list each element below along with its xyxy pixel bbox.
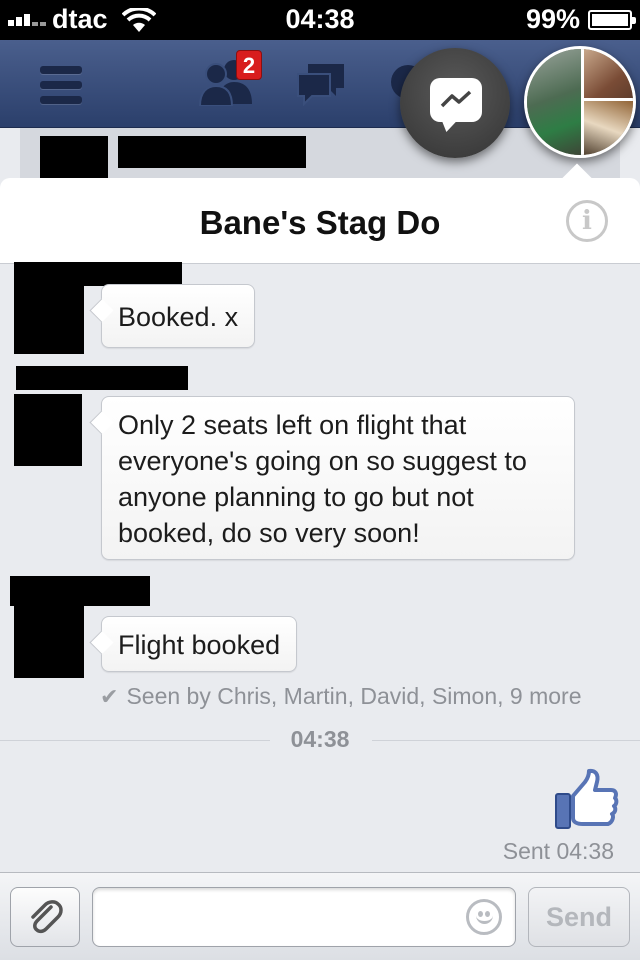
redacted-sender-name: [10, 576, 150, 606]
send-button[interactable]: Send: [528, 887, 630, 947]
friend-requests-badge: 2: [236, 50, 262, 80]
seen-receipt: ✔ Seen by Chris, Martin, David, Simon, 9…: [100, 683, 582, 710]
checkmark-icon: ✔: [100, 683, 119, 709]
conversation-title: Bane's Stag Do: [199, 204, 441, 241]
message-bubble[interactable]: Only 2 seats left on flight that everyon…: [101, 396, 575, 560]
message-text: Only 2 seats left on flight that everyon…: [118, 410, 527, 548]
redacted-sender-name: [14, 262, 182, 286]
redacted-block: [40, 136, 108, 180]
redacted-avatar: [14, 606, 84, 678]
battery-percentage: 99%: [525, 4, 580, 34]
redacted-avatar: [14, 394, 82, 466]
message-text: Booked. x: [118, 302, 239, 332]
message-input[interactable]: [92, 887, 516, 947]
paperclip-icon: [31, 900, 63, 934]
group-photo: [583, 100, 633, 155]
screen: dtac 04:38 99% 2 Bane's Stag Do i Booked…: [0, 0, 640, 960]
attach-button[interactable]: [10, 887, 80, 947]
redacted-sender-name: [16, 366, 188, 390]
message-text: Flight booked: [118, 630, 281, 660]
messenger-chat-head[interactable]: [400, 48, 510, 158]
time-separator: 04:38: [0, 726, 640, 756]
redacted-avatar: [14, 286, 84, 354]
battery-icon: [588, 10, 636, 30]
messenger-bolt-icon: [430, 78, 482, 122]
message-bubble[interactable]: Flight booked: [101, 616, 298, 672]
compose-bar: Send: [0, 872, 640, 960]
message-bubble[interactable]: Booked. x: [101, 284, 256, 348]
redacted-block: [118, 136, 306, 168]
group-chat-head[interactable]: [524, 46, 636, 158]
seen-by-text: Seen by Chris, Martin, David, Simon, 9 m…: [126, 683, 582, 709]
conversation-header: Bane's Stag Do i: [0, 178, 640, 264]
info-icon[interactable]: i: [566, 200, 608, 242]
conversation-panel: Bane's Stag Do i Booked. x Only 2 seats …: [0, 178, 640, 960]
messages-icon[interactable]: [296, 62, 346, 106]
menu-icon[interactable]: [40, 66, 82, 104]
smiley-icon[interactable]: [466, 899, 502, 935]
group-photo: [527, 49, 582, 155]
status-bar: dtac 04:38 99%: [0, 0, 640, 40]
group-photo: [583, 49, 633, 99]
sent-status: Sent 04:38: [502, 838, 614, 864]
thumbs-up-icon: [555, 768, 619, 829]
